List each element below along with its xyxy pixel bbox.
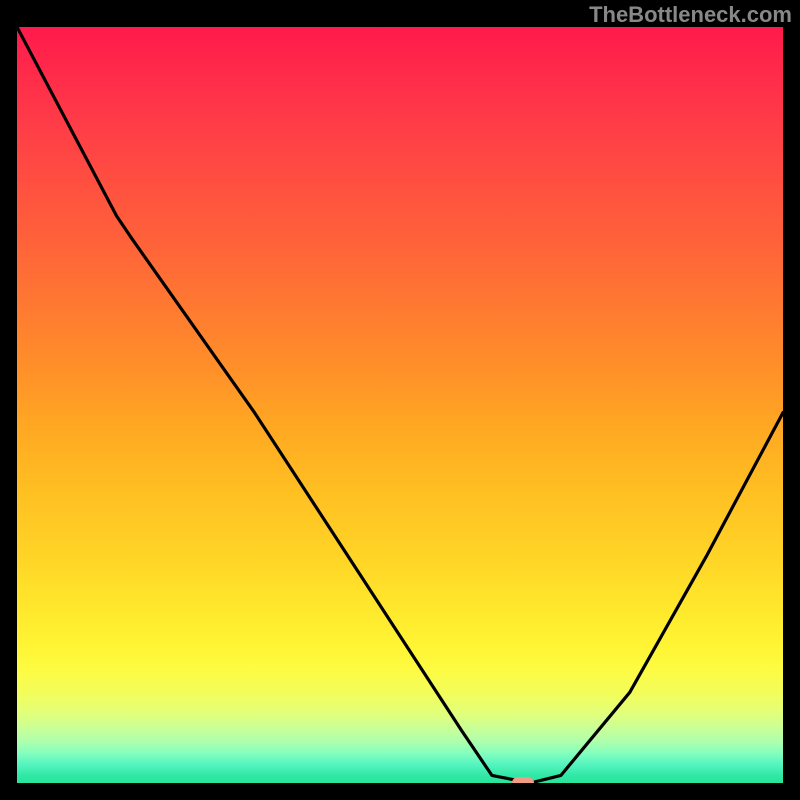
- watermark-text: TheBottleneck.com: [589, 2, 792, 28]
- chart-frame: TheBottleneck.com: [0, 0, 800, 800]
- plot-area: [17, 27, 783, 783]
- bottleneck-curve: [17, 27, 783, 783]
- optimal-point-marker: [512, 777, 534, 783]
